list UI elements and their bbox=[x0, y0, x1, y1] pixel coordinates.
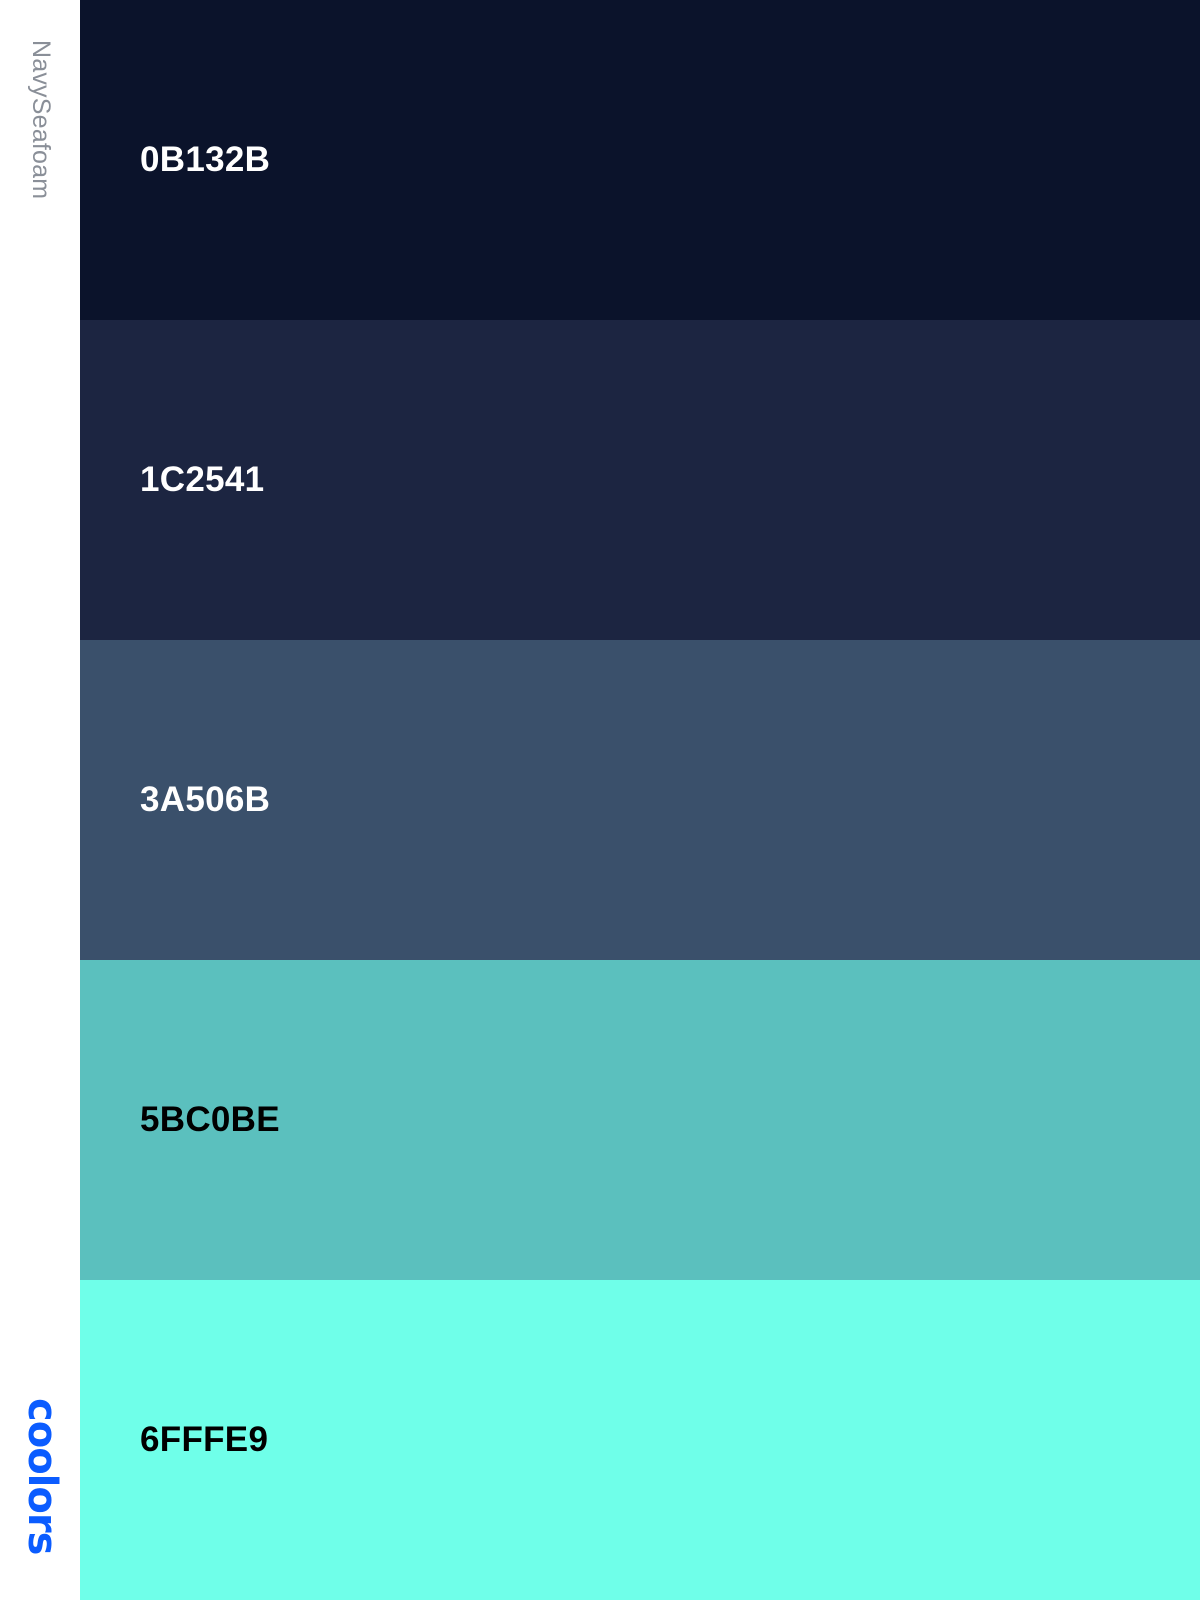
palette-name: NavySeafoam bbox=[27, 40, 55, 200]
swatch-list: 0B132B 1C2541 3A506B 5BC0BE 6FFFE9 bbox=[80, 0, 1200, 1600]
color-swatch[interactable]: 5BC0BE bbox=[80, 960, 1200, 1280]
palette-page: NavySeafoam coolors 0B132B 1C2541 3A506B… bbox=[0, 0, 1200, 1600]
color-swatch[interactable]: 3A506B bbox=[80, 640, 1200, 960]
sidebar: NavySeafoam coolors bbox=[0, 0, 80, 1600]
color-swatch[interactable]: 1C2541 bbox=[80, 320, 1200, 640]
color-swatch[interactable]: 0B132B bbox=[80, 0, 1200, 320]
hex-code-label: 5BC0BE bbox=[140, 1100, 280, 1139]
coolors-logo: coolors bbox=[19, 1398, 65, 1555]
color-swatch[interactable]: 6FFFE9 bbox=[80, 1280, 1200, 1600]
hex-code-label: 3A506B bbox=[140, 780, 271, 819]
hex-code-label: 6FFFE9 bbox=[140, 1420, 269, 1459]
hex-code-label: 1C2541 bbox=[140, 460, 265, 499]
hex-code-label: 0B132B bbox=[140, 140, 271, 179]
